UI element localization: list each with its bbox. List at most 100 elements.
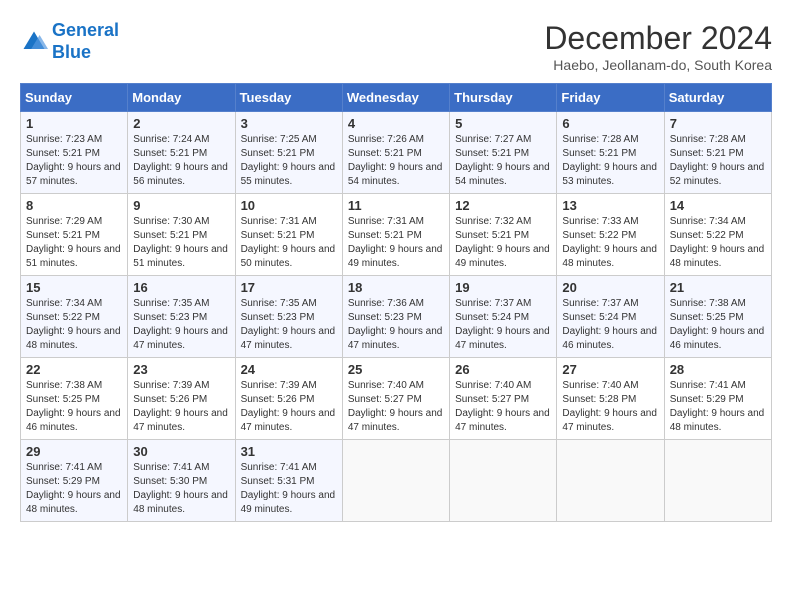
calendar-cell: 26 Sunrise: 7:40 AMSunset: 5:27 PMDayligh… <box>450 358 557 440</box>
day-number: 29 <box>26 444 122 459</box>
calendar-cell: 11Sunrise: 7:31 AMSunset: 5:21 PMDayligh… <box>342 194 449 276</box>
day-content: Sunrise: 7:37 AMSunset: 5:24 PMDaylight:… <box>562 297 658 353</box>
day-content: Sunrise: 7:35 AMSunset: 5:23 PMDaylight:… <box>133 297 229 353</box>
day-content: Sunrise: 7:26 AMSunset: 5:21 PMDaylight:… <box>348 133 444 189</box>
day-content: Sunrise: 7:39 AMSunset: 5:26 PMDaylight:… <box>241 379 337 435</box>
day-number: 7 <box>670 116 766 131</box>
day-header-wednesday: Wednesday <box>342 84 449 112</box>
calendar-cell: 30 Sunrise: 7:41 AMSunset: 5:30 PMDayligh… <box>128 440 235 522</box>
logo-text: General Blue <box>52 20 119 63</box>
calendar-cell: 5Sunrise: 7:27 AMSunset: 5:21 PMDaylight… <box>450 112 557 194</box>
header-row: SundayMondayTuesdayWednesdayThursdayFrid… <box>21 84 772 112</box>
calendar-cell: 13 Sunrise: 7:33 AMSunset: 5:22 PMDayligh… <box>557 194 664 276</box>
day-content: Sunrise: 7:38 AMSunset: 5:25 PMDaylight:… <box>670 297 766 353</box>
day-number: 21 <box>670 280 766 295</box>
location-subtitle: Haebo, Jeollanam-do, South Korea <box>544 57 772 73</box>
day-number: 11 <box>348 198 444 213</box>
calendar-cell: 4 Sunrise: 7:26 AMSunset: 5:21 PMDaylight… <box>342 112 449 194</box>
calendar-cell: 25 Sunrise: 7:40 AMSunset: 5:27 PMDayligh… <box>342 358 449 440</box>
day-content: Sunrise: 7:40 AMSunset: 5:27 PMDaylight:… <box>348 379 444 435</box>
day-number: 31 <box>241 444 337 459</box>
day-content: Sunrise: 7:28 AMSunset: 5:21 PMDaylight:… <box>670 133 766 189</box>
day-number: 14 <box>670 198 766 213</box>
calendar-body: 1Sunrise: 7:23 AMSunset: 5:21 PMDaylight… <box>21 112 772 522</box>
day-content: Sunrise: 7:41 AMSunset: 5:29 PMDaylight:… <box>26 461 122 517</box>
calendar-cell: 12 Sunrise: 7:32 AMSunset: 5:21 PMDayligh… <box>450 194 557 276</box>
calendar-cell <box>557 440 664 522</box>
day-header-sunday: Sunday <box>21 84 128 112</box>
calendar-header: SundayMondayTuesdayWednesdayThursdayFrid… <box>21 84 772 112</box>
week-row-4: 22 Sunrise: 7:38 AMSunset: 5:25 PMDayligh… <box>21 358 772 440</box>
day-content: Sunrise: 7:37 AMSunset: 5:24 PMDaylight:… <box>455 297 551 353</box>
calendar-cell: 1Sunrise: 7:23 AMSunset: 5:21 PMDaylight… <box>21 112 128 194</box>
day-number: 17 <box>241 280 337 295</box>
day-number: 15 <box>26 280 122 295</box>
calendar-cell: 3Sunrise: 7:25 AMSunset: 5:21 PMDaylight… <box>235 112 342 194</box>
day-content: Sunrise: 7:34 AMSunset: 5:22 PMDaylight:… <box>670 215 766 271</box>
calendar-cell: 7 Sunrise: 7:28 AMSunset: 5:21 PMDaylight… <box>664 112 771 194</box>
day-content: Sunrise: 7:39 AMSunset: 5:26 PMDaylight:… <box>133 379 229 435</box>
calendar-cell: 24 Sunrise: 7:39 AMSunset: 5:26 PMDayligh… <box>235 358 342 440</box>
week-row-2: 8Sunrise: 7:29 AMSunset: 5:21 PMDaylight… <box>21 194 772 276</box>
day-number: 24 <box>241 362 337 377</box>
day-content: Sunrise: 7:35 AMSunset: 5:23 PMDaylight:… <box>241 297 337 353</box>
logo-line2: Blue <box>52 42 119 64</box>
day-header-friday: Friday <box>557 84 664 112</box>
calendar-cell: 17 Sunrise: 7:35 AMSunset: 5:23 PMDayligh… <box>235 276 342 358</box>
day-content: Sunrise: 7:28 AMSunset: 5:21 PMDaylight:… <box>562 133 658 189</box>
day-content: Sunrise: 7:41 AMSunset: 5:30 PMDaylight:… <box>133 461 229 517</box>
day-content: Sunrise: 7:24 AMSunset: 5:21 PMDaylight:… <box>133 133 229 189</box>
day-number: 6 <box>562 116 658 131</box>
day-header-thursday: Thursday <box>450 84 557 112</box>
calendar-cell: 10 Sunrise: 7:31 AMSunset: 5:21 PMDayligh… <box>235 194 342 276</box>
page-header: General Blue December 2024 Haebo, Jeolla… <box>20 20 772 73</box>
day-number: 1 <box>26 116 122 131</box>
day-number: 13 <box>562 198 658 213</box>
day-number: 18 <box>348 280 444 295</box>
day-content: Sunrise: 7:27 AMSunset: 5:21 PMDaylight:… <box>455 133 551 189</box>
week-row-5: 29 Sunrise: 7:41 AMSunset: 5:29 PMDayligh… <box>21 440 772 522</box>
day-content: Sunrise: 7:33 AMSunset: 5:22 PMDaylight:… <box>562 215 658 271</box>
calendar-cell: 27Sunrise: 7:40 AMSunset: 5:28 PMDayligh… <box>557 358 664 440</box>
calendar-cell <box>664 440 771 522</box>
day-number: 22 <box>26 362 122 377</box>
day-number: 10 <box>241 198 337 213</box>
logo-line1: General <box>52 20 119 40</box>
day-content: Sunrise: 7:36 AMSunset: 5:23 PMDaylight:… <box>348 297 444 353</box>
calendar-cell: 21 Sunrise: 7:38 AMSunset: 5:25 PMDayligh… <box>664 276 771 358</box>
day-content: Sunrise: 7:40 AMSunset: 5:27 PMDaylight:… <box>455 379 551 435</box>
calendar-table: SundayMondayTuesdayWednesdayThursdayFrid… <box>20 83 772 522</box>
day-number: 9 <box>133 198 229 213</box>
calendar-cell: 8Sunrise: 7:29 AMSunset: 5:21 PMDaylight… <box>21 194 128 276</box>
day-content: Sunrise: 7:30 AMSunset: 5:21 PMDaylight:… <box>133 215 229 271</box>
calendar-cell: 14 Sunrise: 7:34 AMSunset: 5:22 PMDayligh… <box>664 194 771 276</box>
calendar-cell: 23Sunrise: 7:39 AMSunset: 5:26 PMDayligh… <box>128 358 235 440</box>
day-number: 4 <box>348 116 444 131</box>
day-number: 27 <box>562 362 658 377</box>
calendar-cell <box>342 440 449 522</box>
day-number: 25 <box>348 362 444 377</box>
day-number: 30 <box>133 444 229 459</box>
day-number: 3 <box>241 116 337 131</box>
calendar-cell: 28 Sunrise: 7:41 AMSunset: 5:29 PMDayligh… <box>664 358 771 440</box>
day-content: Sunrise: 7:38 AMSunset: 5:25 PMDaylight:… <box>26 379 122 435</box>
day-number: 19 <box>455 280 551 295</box>
day-number: 2 <box>133 116 229 131</box>
calendar-cell: 29 Sunrise: 7:41 AMSunset: 5:29 PMDayligh… <box>21 440 128 522</box>
day-content: Sunrise: 7:41 AMSunset: 5:29 PMDaylight:… <box>670 379 766 435</box>
calendar-cell: 20Sunrise: 7:37 AMSunset: 5:24 PMDayligh… <box>557 276 664 358</box>
day-number: 16 <box>133 280 229 295</box>
day-number: 28 <box>670 362 766 377</box>
calendar-cell: 31 Sunrise: 7:41 AMSunset: 5:31 PMDayligh… <box>235 440 342 522</box>
calendar-cell <box>450 440 557 522</box>
day-content: Sunrise: 7:31 AMSunset: 5:21 PMDaylight:… <box>241 215 337 271</box>
calendar-cell: 18 Sunrise: 7:36 AMSunset: 5:23 PMDayligh… <box>342 276 449 358</box>
calendar-cell: 22 Sunrise: 7:38 AMSunset: 5:25 PMDayligh… <box>21 358 128 440</box>
day-number: 26 <box>455 362 551 377</box>
day-number: 12 <box>455 198 551 213</box>
day-number: 8 <box>26 198 122 213</box>
calendar-cell: 2 Sunrise: 7:24 AMSunset: 5:21 PMDaylight… <box>128 112 235 194</box>
week-row-1: 1Sunrise: 7:23 AMSunset: 5:21 PMDaylight… <box>21 112 772 194</box>
day-content: Sunrise: 7:32 AMSunset: 5:21 PMDaylight:… <box>455 215 551 271</box>
day-content: Sunrise: 7:41 AMSunset: 5:31 PMDaylight:… <box>241 461 337 517</box>
